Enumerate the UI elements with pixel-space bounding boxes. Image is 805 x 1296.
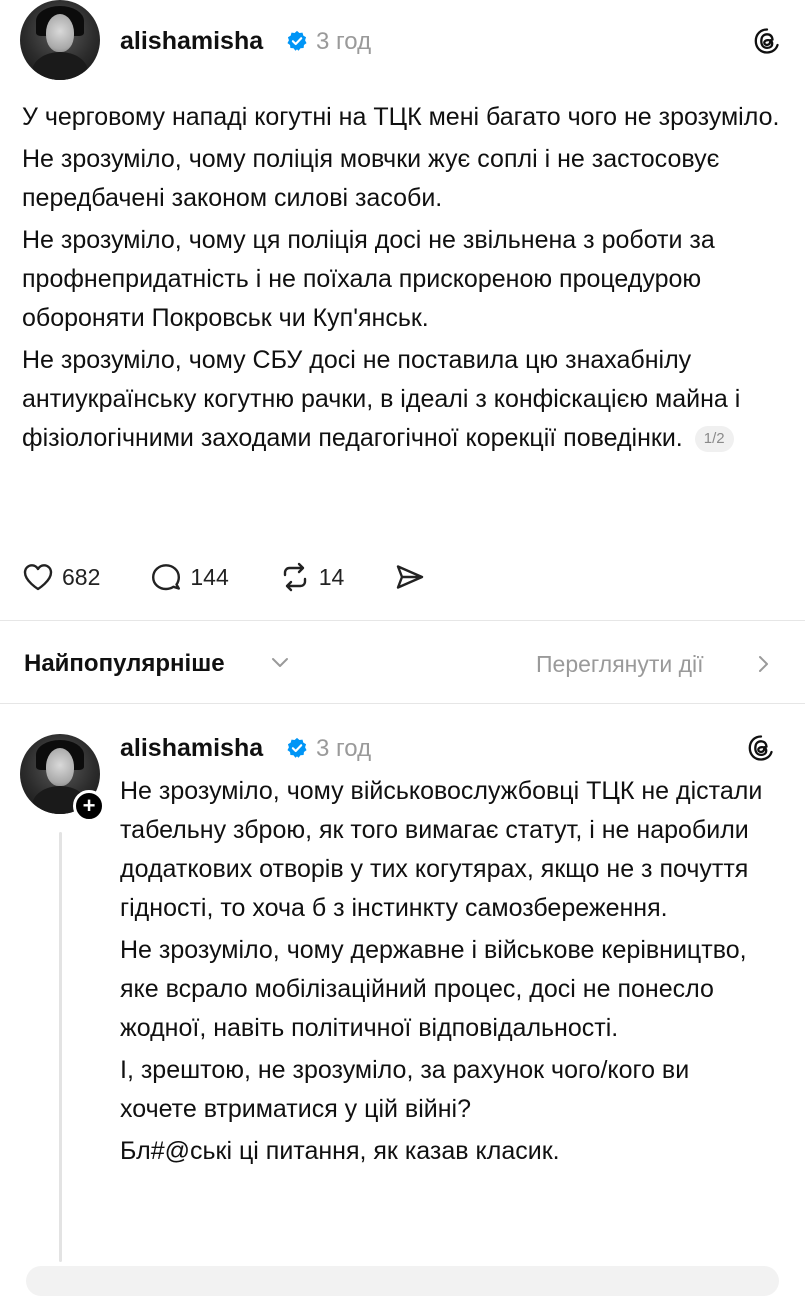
thread-line xyxy=(59,832,62,1262)
follow-plus-button[interactable]: + xyxy=(73,790,105,822)
post-paragraph: Не зрозуміло, чому державне і військове … xyxy=(120,936,747,1042)
reply-input-bar[interactable] xyxy=(26,1266,779,1296)
username[interactable]: alishamisha xyxy=(120,734,263,763)
post-2: + alishamisha 3 год Не зрозуміло, чому в… xyxy=(0,0,805,1280)
post-paragraph: Бл#@ські ці питання, як казав класик. xyxy=(120,1137,560,1165)
verified-badge-icon xyxy=(287,737,307,758)
threads-logo-icon[interactable] xyxy=(746,733,776,763)
reply-body: Не зрозуміло, чому військовослужбовці ТЦ… xyxy=(120,772,770,1174)
post-paragraph: І, зрештою, не зрозуміло, за рахунок чог… xyxy=(120,1056,690,1123)
post-paragraph: Не зрозуміло, чому військовослужбовці ТЦ… xyxy=(120,777,763,922)
post-time: 3 год xyxy=(316,735,372,762)
